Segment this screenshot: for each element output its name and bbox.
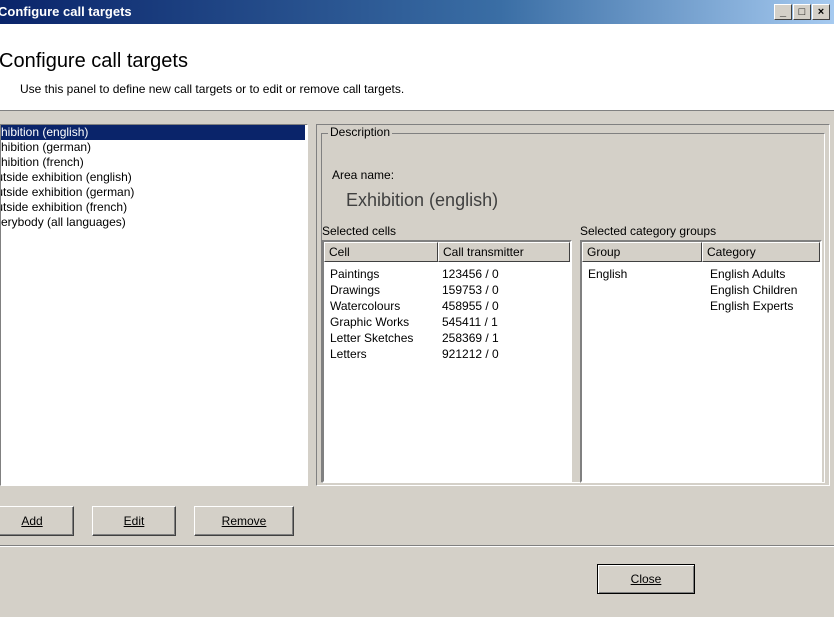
group-category: English Adults bbox=[710, 267, 786, 281]
target-list-item[interactable]: Exhibition (english) bbox=[1, 125, 305, 140]
maximize-button[interactable]: □ bbox=[793, 4, 811, 20]
edit-button[interactable]: Edit bbox=[92, 506, 176, 536]
close-button[interactable]: Close bbox=[597, 564, 695, 594]
window-controls: _ □ × bbox=[773, 4, 830, 20]
remove-button[interactable]: Remove bbox=[194, 506, 294, 536]
cell-transmitter: 159753 / 0 bbox=[442, 283, 499, 297]
selected-category-groups-label: Selected category groups bbox=[580, 224, 717, 238]
area-name-value: Exhibition (english) bbox=[346, 190, 499, 210]
target-list-item[interactable]: Exhibition (german) bbox=[1, 140, 307, 155]
cell-name: Paintings bbox=[330, 267, 380, 281]
area-name-label: Area name: bbox=[332, 168, 395, 182]
cell-name: Letter Sketches bbox=[330, 331, 414, 345]
selected-cells-list[interactable]: Cell Call transmitter Paintings 123456 / … bbox=[322, 240, 572, 483]
add-button-label: Add bbox=[21, 514, 43, 528]
cell-transmitter: 545411 / 1 bbox=[442, 315, 498, 329]
cell-name: Watercolours bbox=[330, 299, 401, 313]
cells-row[interactable]: Drawings 159753 / 0 bbox=[324, 282, 570, 298]
target-list-item[interactable]: Outside exhibition (german) bbox=[1, 185, 307, 200]
page-title: Configure call targets bbox=[0, 50, 188, 72]
cell-transmitter: 258369 / 1 bbox=[442, 331, 499, 345]
header-panel: Configure call targets Use this panel to… bbox=[0, 24, 834, 111]
groups-column-group[interactable]: Group bbox=[582, 242, 702, 262]
groups-row[interactable]: English Experts bbox=[582, 298, 820, 314]
window-title: Configure call targets bbox=[0, 4, 132, 19]
cells-row[interactable]: Letters 921212 / 0 bbox=[324, 346, 570, 362]
groups-row[interactable]: English Children bbox=[582, 282, 820, 298]
cells-row[interactable]: Graphic Works 545411 / 1 bbox=[324, 314, 570, 330]
cells-row[interactable]: Watercolours 458955 / 0 bbox=[324, 298, 570, 314]
cell-name: Letters bbox=[330, 347, 367, 361]
cells-column-cell[interactable]: Cell bbox=[324, 242, 438, 262]
target-list-item[interactable]: Outside exhibition (french) bbox=[1, 200, 307, 215]
target-list-item[interactable]: Outside exhibition (english) bbox=[1, 170, 307, 185]
call-target-list[interactable]: Exhibition (english)Exhibition (german)E… bbox=[0, 124, 308, 486]
page-description: Use this panel to define new call target… bbox=[20, 82, 405, 96]
selected-cells-label: Selected cells bbox=[322, 224, 397, 238]
target-list-item[interactable]: Everybody (all languages) bbox=[1, 215, 307, 230]
group-name: English bbox=[588, 267, 628, 281]
close-button-label: Close bbox=[630, 572, 662, 586]
cell-transmitter: 458955 / 0 bbox=[442, 299, 499, 313]
groups-column-category[interactable]: Category bbox=[702, 242, 820, 262]
group-category: English Experts bbox=[710, 299, 794, 313]
cells-column-transmitter[interactable]: Call transmitter bbox=[438, 242, 570, 262]
edit-button-label: Edit bbox=[123, 514, 145, 528]
cells-row[interactable]: Letter Sketches 258369 / 1 bbox=[324, 330, 570, 346]
title-bar[interactable]: Configure call targets _ □ × bbox=[0, 0, 834, 24]
groups-row[interactable]: English English Adults bbox=[582, 266, 820, 282]
cell-transmitter: 123456 / 0 bbox=[442, 267, 499, 281]
cell-transmitter: 921212 / 0 bbox=[442, 347, 499, 361]
cell-name: Graphic Works bbox=[330, 315, 410, 329]
description-group: Description Area name: Exhibition (engli… bbox=[321, 125, 825, 483]
target-list-item[interactable]: Exhibition (french) bbox=[1, 155, 307, 170]
cells-row[interactable]: Paintings 123456 / 0 bbox=[324, 266, 570, 282]
group-category: English Children bbox=[710, 283, 798, 297]
add-button[interactable]: Add bbox=[0, 506, 74, 536]
minimize-button[interactable]: _ bbox=[774, 4, 792, 20]
close-window-button[interactable]: × bbox=[812, 4, 830, 20]
description-panel: Description Area name: Exhibition (engli… bbox=[316, 124, 830, 486]
separator bbox=[0, 545, 834, 547]
selected-category-groups-list[interactable]: Group Category English English Adults Engl… bbox=[580, 240, 822, 483]
remove-button-label: Remove bbox=[221, 514, 267, 528]
description-legend: Description bbox=[328, 125, 393, 139]
cell-name: Drawings bbox=[330, 283, 381, 297]
